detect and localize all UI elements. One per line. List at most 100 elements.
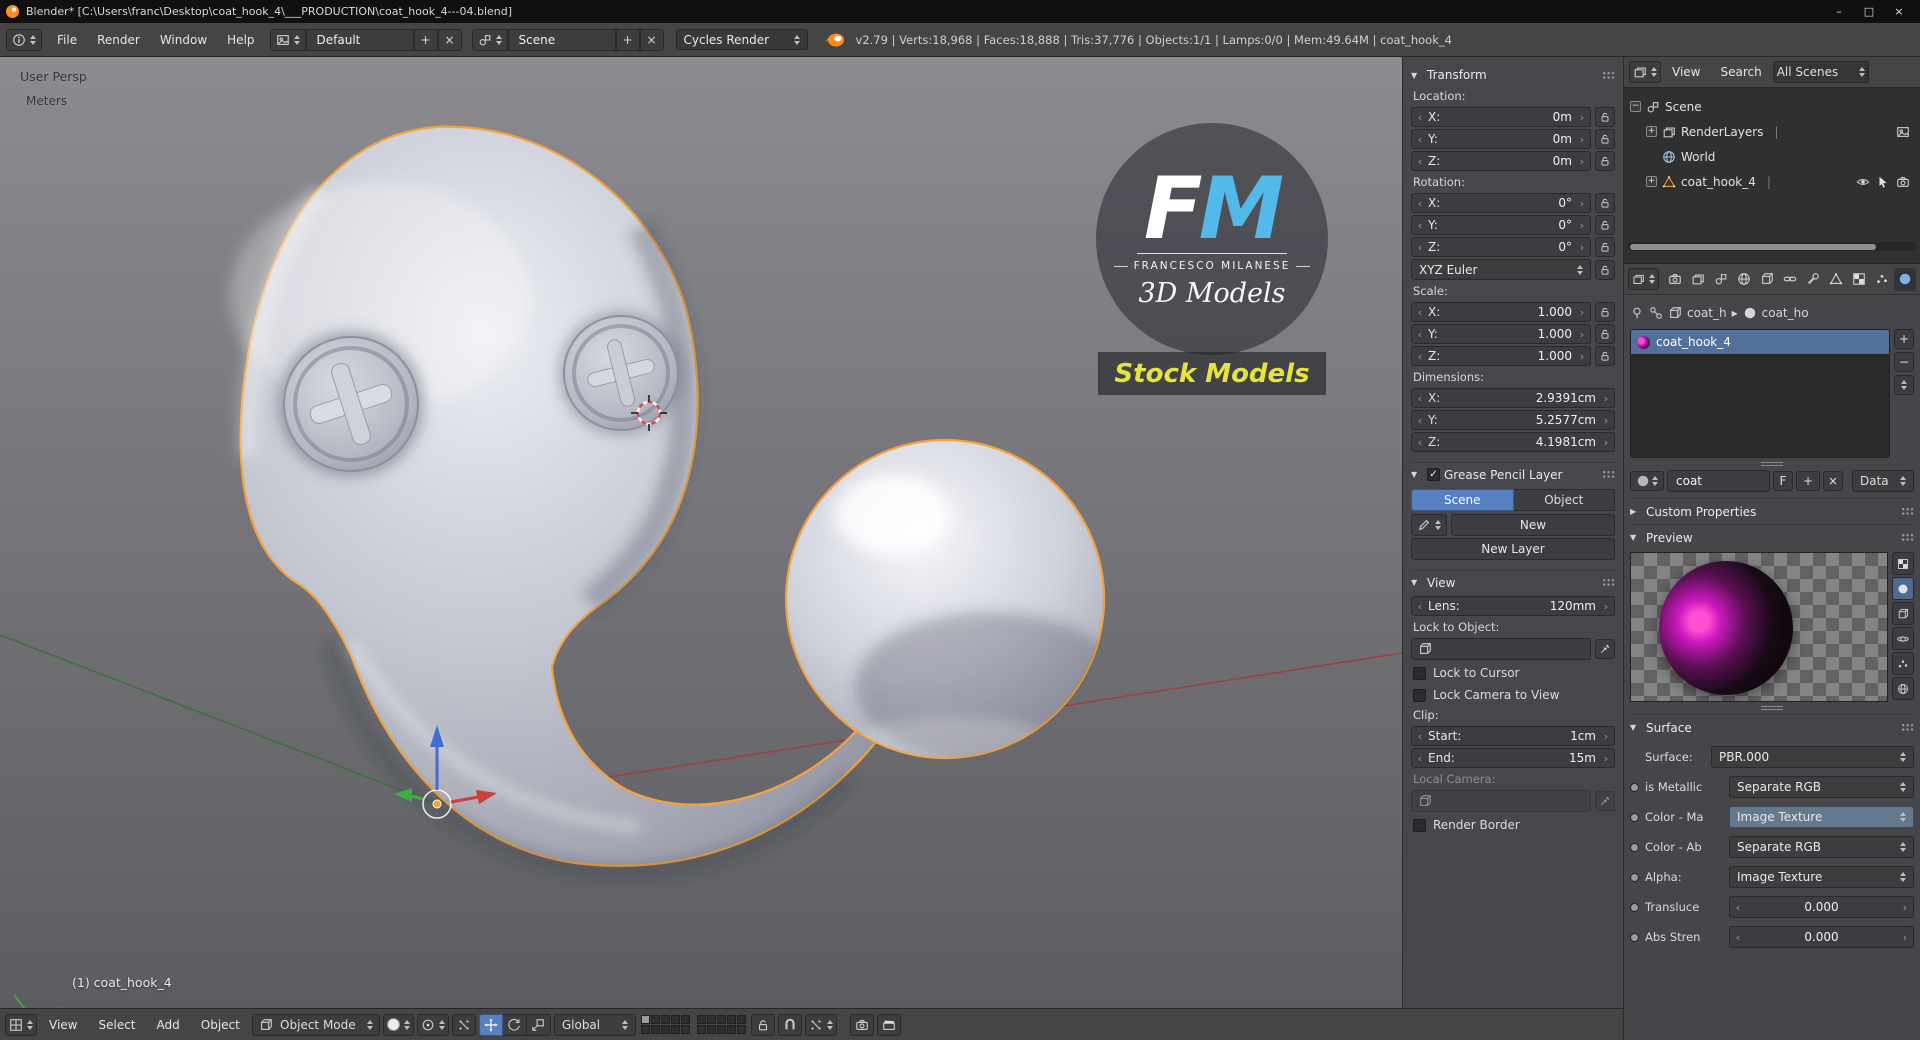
tab-scene[interactable] [1710, 268, 1732, 291]
screw-left[interactable] [278, 331, 424, 477]
increment-arrow-icon[interactable]: › [1602, 730, 1610, 743]
increment-arrow-icon[interactable]: › [1901, 931, 1909, 944]
layer-cell[interactable] [640, 1015, 650, 1024]
increment-arrow-icon[interactable]: › [1602, 414, 1610, 427]
selectability-pointer-icon[interactable] [1876, 175, 1890, 189]
alpha-dropdown[interactable]: Image Texture [1729, 866, 1914, 888]
location-x-field[interactable]: ‹ X: 0m › [1411, 107, 1591, 127]
item-label[interactable]: World [1681, 150, 1715, 164]
scale-z-field[interactable]: ‹ Z: 1.000 › [1411, 346, 1591, 366]
preview-flat-button[interactable] [1892, 552, 1914, 575]
increment-arrow-icon[interactable]: › [1578, 350, 1586, 363]
menu-file[interactable]: File [48, 23, 86, 56]
layers-grid-1[interactable] [640, 1015, 690, 1034]
layers-grid-2[interactable] [696, 1015, 746, 1034]
expand-toggle-icon[interactable]: + [1646, 126, 1657, 137]
breadcrumb-material[interactable]: coat_ho [1762, 306, 1809, 320]
layer-cell[interactable] [726, 1015, 736, 1024]
tab-object-data[interactable] [1825, 268, 1847, 291]
breadcrumb-object[interactable]: coat_h [1687, 306, 1727, 320]
preview-cube-button[interactable] [1892, 602, 1914, 625]
data-link-dropdown[interactable]: Data [1852, 470, 1914, 492]
screw-right[interactable] [559, 311, 683, 435]
decrement-arrow-icon[interactable]: ‹ [1416, 133, 1424, 146]
transform-orientation-dropdown[interactable]: Global [553, 1013, 636, 1036]
manipulator-rotate-button[interactable] [502, 1013, 527, 1036]
slot-specials-button[interactable] [1894, 375, 1914, 395]
drag-grip-icon[interactable] [1901, 507, 1914, 516]
decrement-arrow-icon[interactable]: ‹ [1416, 414, 1424, 427]
screen-layout-delete-button[interactable]: × [437, 28, 462, 51]
node-icon[interactable] [1649, 306, 1663, 320]
tab-material[interactable] [1893, 267, 1916, 291]
drag-grip-icon[interactable] [1901, 533, 1914, 542]
collapse-toggle-icon[interactable]: − [1630, 101, 1641, 112]
increment-arrow-icon[interactable]: › [1602, 600, 1610, 613]
editor-type-3dview-button[interactable] [5, 1013, 37, 1036]
node-socket-icon[interactable] [1630, 902, 1639, 912]
increment-arrow-icon[interactable]: › [1578, 155, 1586, 168]
screen-layout-add-button[interactable]: + [413, 28, 438, 51]
increment-arrow-icon[interactable]: › [1578, 306, 1586, 319]
tab-world[interactable] [1733, 268, 1755, 291]
rotation-y-field[interactable]: ‹ Y: 0° › [1411, 215, 1591, 235]
browse-material-button[interactable] [1630, 471, 1664, 491]
snap-element-dropdown[interactable] [804, 1013, 837, 1036]
dimension-z-field[interactable]: ‹ Z: 4.1981cm › [1411, 432, 1615, 452]
layer-cell[interactable] [706, 1015, 716, 1024]
decrement-arrow-icon[interactable]: ‹ [1416, 155, 1424, 168]
remove-slot-button[interactable]: − [1894, 352, 1914, 372]
gp-new-button[interactable]: New [1451, 514, 1615, 536]
resize-handle[interactable] [1761, 706, 1783, 710]
layer-cell[interactable] [736, 1025, 746, 1034]
outliner-item-scene[interactable]: − Scene [1628, 94, 1916, 119]
outliner-item-coat-hook[interactable]: + coat_hook_4 | [1628, 169, 1916, 194]
menu-outliner-search[interactable]: Search [1711, 57, 1770, 87]
visibility-eye-icon[interactable] [1856, 175, 1870, 189]
increment-arrow-icon[interactable]: › [1578, 111, 1586, 124]
scene-name[interactable]: Scene [507, 28, 616, 51]
collapse-triangle-icon[interactable]: ▼ [1411, 71, 1421, 80]
lock-scale-y-button[interactable] [1595, 324, 1615, 344]
pivot-align-toggle[interactable] [451, 1013, 476, 1036]
collapse-triangle-icon[interactable]: ▼ [1411, 470, 1421, 479]
decrement-arrow-icon[interactable]: ‹ [1416, 328, 1424, 341]
item-label[interactable]: Scene [1665, 100, 1702, 114]
dimension-x-field[interactable]: ‹ X: 2.9391cm › [1411, 388, 1615, 408]
material-slot-list[interactable]: coat_hook_4 [1630, 329, 1890, 458]
clip-end-field[interactable]: ‹ End: 15m › [1411, 748, 1615, 768]
increment-arrow-icon[interactable]: › [1578, 328, 1586, 341]
scrollbar-thumb[interactable] [1630, 243, 1876, 250]
editor-type-outliner-button[interactable] [1629, 61, 1661, 83]
increment-arrow-icon[interactable]: › [1578, 133, 1586, 146]
color-ma-dropdown[interactable]: Image Texture [1729, 806, 1914, 828]
material-name-field[interactable]: coat [1667, 470, 1770, 492]
lock-scale-x-button[interactable] [1595, 302, 1615, 322]
increment-arrow-icon[interactable]: › [1602, 752, 1610, 765]
menu-outliner-view[interactable]: View [1663, 57, 1709, 87]
expand-toggle-icon[interactable]: + [1646, 176, 1657, 187]
decrement-arrow-icon[interactable]: ‹ [1416, 306, 1424, 319]
node-socket-icon[interactable] [1630, 782, 1639, 792]
tab-particles[interactable] [1871, 268, 1893, 291]
increment-arrow-icon[interactable]: › [1578, 197, 1586, 210]
layer-cell[interactable] [650, 1025, 660, 1034]
layer-cell[interactable] [640, 1025, 650, 1034]
menu-select[interactable]: Select [89, 1009, 144, 1040]
color-ab-dropdown[interactable]: Separate RGB [1729, 836, 1914, 858]
manipulator-scale-button[interactable] [526, 1013, 551, 1036]
unlink-material-button[interactable]: × [1823, 471, 1843, 491]
gp-draw-mode-button[interactable] [1411, 514, 1447, 536]
scene-browse-button[interactable] [471, 28, 508, 51]
layer-cell[interactable] [706, 1025, 716, 1034]
is-metallic-dropdown[interactable]: Separate RGB [1729, 776, 1914, 798]
close-button[interactable]: × [1884, 0, 1914, 23]
layer-cell[interactable] [716, 1025, 726, 1034]
node-socket-icon[interactable] [1630, 872, 1639, 882]
location-y-field[interactable]: ‹ Y: 0m › [1411, 129, 1591, 149]
panel-header-preview[interactable]: ▼ Preview [1630, 524, 1914, 550]
screen-layout-browse-button[interactable] [269, 28, 306, 51]
add-slot-button[interactable]: + [1894, 329, 1914, 349]
material-slot-selected[interactable]: coat_hook_4 [1631, 330, 1889, 354]
panel-header-transform[interactable]: ▼ Transform [1411, 63, 1615, 87]
